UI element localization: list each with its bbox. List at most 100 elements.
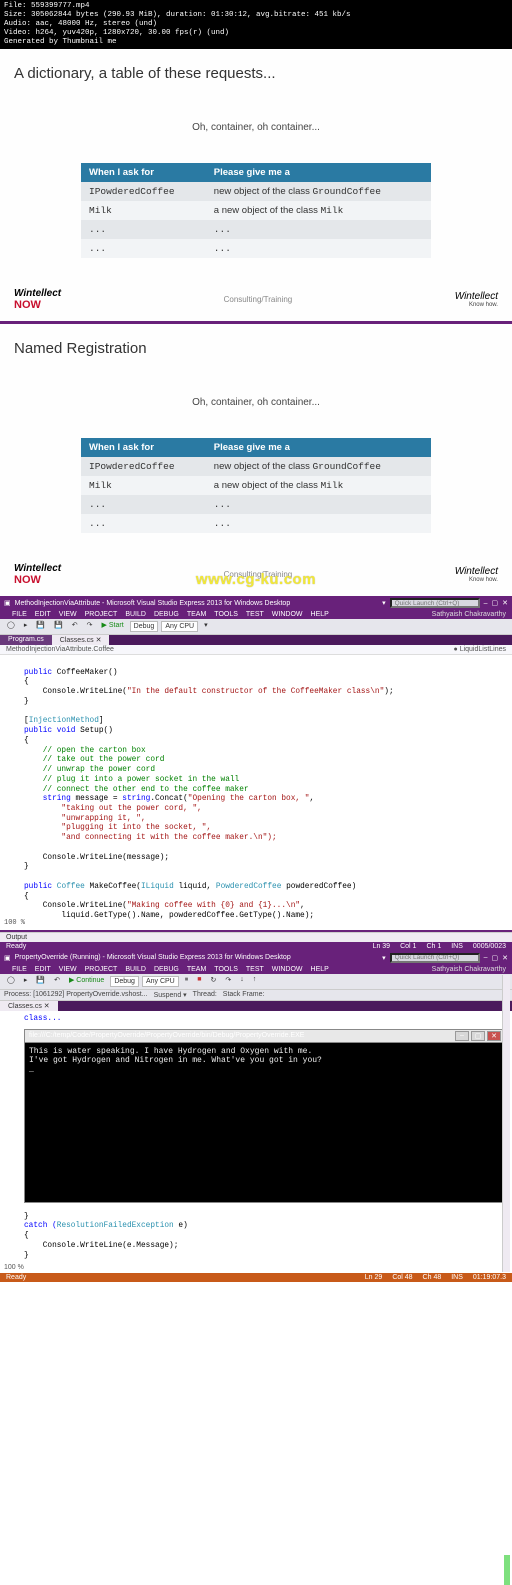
code: Console.WriteLine( bbox=[24, 902, 127, 910]
suspend-select[interactable]: Suspend ▾ bbox=[154, 991, 187, 999]
menu-view[interactable]: VIEW bbox=[59, 966, 77, 973]
menu-team[interactable]: TEAM bbox=[187, 966, 206, 973]
step-into-icon[interactable]: ↓ bbox=[237, 976, 247, 987]
tool-icon[interactable]: ▾ bbox=[201, 621, 211, 632]
cell-dots: ... bbox=[81, 514, 206, 533]
menu-edit[interactable]: EDIT bbox=[35, 611, 51, 618]
crumb-left[interactable]: MethodInjectionViaAttribute.Coffee bbox=[6, 646, 114, 653]
nav-back-icon[interactable]: ◯ bbox=[4, 621, 18, 632]
menu-window[interactable]: WINDOW bbox=[272, 611, 303, 618]
step-out-icon[interactable]: ↑ bbox=[250, 976, 260, 987]
brand-wintellect: Wintellect bbox=[14, 563, 61, 574]
cell-dots: ... bbox=[81, 495, 206, 514]
vs1-titlebar[interactable]: ▣ MethodInjectionViaAttribute - Microsof… bbox=[0, 596, 512, 610]
tab-close-icon[interactable]: ✕ bbox=[44, 1003, 50, 1010]
meta-audio: Audio: aac, 48000 Hz, stereo (und) bbox=[4, 20, 508, 29]
undo-icon[interactable]: ↶ bbox=[69, 621, 81, 632]
status-ln: Ln 39 bbox=[373, 943, 391, 950]
tab-close-icon[interactable]: ✕ bbox=[96, 637, 102, 644]
window-close-icon[interactable]: ✕ bbox=[502, 599, 508, 607]
crumb-right[interactable]: ● LiquidListLines bbox=[454, 646, 506, 653]
redo-icon[interactable]: ↷ bbox=[84, 621, 96, 632]
menu-tools[interactable]: TOOLS bbox=[214, 611, 238, 618]
config-select[interactable]: Debug bbox=[130, 621, 159, 632]
quick-launch-input[interactable] bbox=[390, 598, 480, 608]
menu-project[interactable]: PROJECT bbox=[85, 966, 118, 973]
menu-team[interactable]: TEAM bbox=[187, 611, 206, 618]
process-select[interactable]: Process: [1061292] PropertyOverride.vsho… bbox=[4, 991, 148, 999]
cell-dots: ... bbox=[206, 495, 431, 514]
window-min-icon[interactable]: ‒ bbox=[484, 954, 488, 961]
quick-launch-input[interactable] bbox=[390, 953, 480, 963]
menu-help[interactable]: HELP bbox=[311, 611, 329, 618]
kw: catch ( bbox=[24, 1222, 57, 1230]
platform-select[interactable]: Any CPU bbox=[142, 976, 179, 987]
code: liquid, bbox=[174, 883, 216, 891]
start-button[interactable]: ▶ Start bbox=[99, 621, 127, 632]
window-max-icon[interactable]: ▢ bbox=[492, 599, 499, 607]
menu-test[interactable]: TEST bbox=[246, 966, 264, 973]
vs1-user[interactable]: Sathyaish Chakravarthy bbox=[432, 611, 506, 618]
restart-icon[interactable]: ↻ bbox=[207, 976, 219, 987]
status-ln: Ln 29 bbox=[365, 1274, 383, 1281]
vs2-editor-area[interactable]: class... file:///C:/temp/Code/PropertyOv… bbox=[0, 1011, 512, 1273]
output-panel-tab[interactable]: Output bbox=[0, 932, 512, 942]
cell-ask: Milk bbox=[81, 476, 206, 495]
menu-edit[interactable]: EDIT bbox=[35, 966, 51, 973]
code: Console.WriteLine( bbox=[24, 688, 127, 696]
vs2-user[interactable]: Sathyaish Chakravarthy bbox=[432, 966, 506, 973]
pause-icon[interactable]: ⏸ bbox=[182, 976, 192, 987]
menu-test[interactable]: TEST bbox=[246, 611, 264, 618]
give-mono: Milk bbox=[320, 480, 343, 491]
table-row: ... ... bbox=[81, 220, 431, 239]
str: "plugging it into the socket, ", bbox=[24, 824, 211, 832]
cell-dots: ... bbox=[206, 239, 431, 258]
menu-build[interactable]: BUILD bbox=[125, 966, 146, 973]
code: Console.WriteLine(message); bbox=[24, 854, 169, 862]
save-icon[interactable]: 💾 bbox=[33, 621, 48, 632]
menu-file[interactable]: FILE bbox=[12, 966, 27, 973]
nav-fwd-icon[interactable]: ▸ bbox=[21, 621, 31, 632]
menu-tools[interactable]: TOOLS bbox=[214, 966, 238, 973]
undo-icon[interactable]: ↶ bbox=[51, 976, 63, 987]
menu-debug[interactable]: DEBUG bbox=[154, 966, 179, 973]
menu-project[interactable]: PROJECT bbox=[85, 611, 118, 618]
save-all-icon[interactable]: 💾 bbox=[51, 621, 66, 632]
window-close-icon[interactable]: ✕ bbox=[502, 954, 508, 962]
console-output[interactable]: This is water speaking. I have Hydrogen … bbox=[24, 1043, 506, 1203]
menu-build[interactable]: BUILD bbox=[125, 611, 146, 618]
window-min-icon[interactable]: ‒ bbox=[484, 600, 488, 607]
vs1-code-editor[interactable]: public CoffeeMaker() { Console.WriteLine… bbox=[0, 655, 512, 932]
save-icon[interactable]: 💾 bbox=[33, 976, 48, 987]
menu-view[interactable]: VIEW bbox=[59, 611, 77, 618]
status-ready: Ready bbox=[6, 943, 26, 950]
zoom-level[interactable]: 100 % bbox=[4, 1264, 24, 1271]
vs2-titlebar[interactable]: ▣ PropertyOverride (Running) - Microsoft… bbox=[0, 951, 512, 965]
console-min-icon[interactable]: ‒ bbox=[455, 1031, 469, 1041]
meta-size: Size: 305062844 bytes (290.93 MiB), dura… bbox=[4, 11, 508, 20]
config-select[interactable]: Debug bbox=[110, 976, 139, 987]
zoom-level[interactable]: 100 % bbox=[4, 919, 25, 928]
menu-help[interactable]: HELP bbox=[311, 966, 329, 973]
window-max-icon[interactable]: ▢ bbox=[492, 954, 499, 962]
menu-debug[interactable]: DEBUG bbox=[154, 611, 179, 618]
code: , bbox=[300, 902, 305, 910]
console-close-icon[interactable]: ✕ bbox=[487, 1031, 501, 1041]
nav-fwd-icon[interactable]: ▸ bbox=[21, 976, 31, 987]
platform-select[interactable]: Any CPU bbox=[161, 621, 198, 632]
tab-classes[interactable]: Classes.cs ✕ bbox=[52, 635, 110, 645]
console-max-icon[interactable]: ▢ bbox=[471, 1031, 485, 1041]
stop-icon[interactable]: ■ bbox=[194, 976, 204, 987]
cell-give: a new object of the class Milk bbox=[206, 476, 431, 495]
step-over-icon[interactable]: ↷ bbox=[222, 976, 234, 987]
status-ins: INS bbox=[451, 943, 463, 950]
continue-button[interactable]: ▶ Continue bbox=[66, 976, 107, 987]
menu-window[interactable]: WINDOW bbox=[272, 966, 303, 973]
tab-program[interactable]: Program.cs bbox=[0, 635, 52, 645]
menu-file[interactable]: FILE bbox=[12, 611, 27, 618]
status-ch: Ch 48 bbox=[423, 1274, 442, 1281]
tab-classes[interactable]: Classes.cs ✕ bbox=[0, 1001, 58, 1011]
console-titlebar[interactable]: file:///C:/temp/Code/PropertyOverride/Pr… bbox=[24, 1029, 506, 1043]
brand-left-logo: WintellectNOW bbox=[14, 288, 61, 311]
nav-back-icon[interactable]: ◯ bbox=[4, 976, 18, 987]
